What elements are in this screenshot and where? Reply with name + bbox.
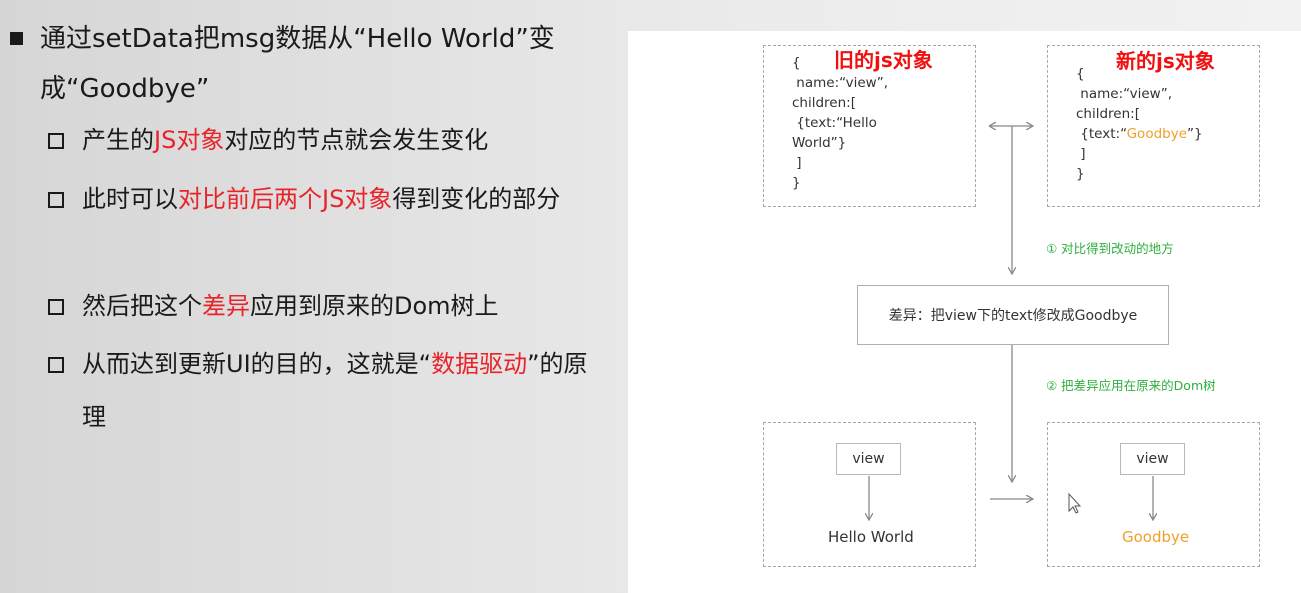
main-bullet: 通过setData把msg数据从“Hello World”变成“Goodbye” (10, 14, 610, 114)
main-bullet-text: 通过setData把msg数据从“Hello World”变成“Goodbye” (40, 24, 555, 104)
sub-bullet-3-post: 应用到原来的Dom树上 (250, 292, 499, 320)
sub-bullet-3-pre: 然后把这个 (82, 292, 202, 320)
old-tree-view-node: view (836, 443, 901, 475)
filled-square-bullet-icon (10, 32, 23, 45)
sub-bullet-4: 从而达到更新UI的目的，这就是“数据驱动”的原理 (48, 338, 588, 444)
sub-bullet-1-post: 对应的节点就会发生变化 (224, 126, 489, 154)
old-js-object-heading: 旧的js对象 (834, 48, 933, 72)
sub-bullet-1-pre: 产生的 (82, 126, 154, 154)
sub-bullet-1: 产生的JS对象对应的节点就会发生变化 (48, 114, 588, 167)
sub-bullet-2-post: 得到变化的部分 (392, 185, 561, 213)
sub-bullet-2: 此时可以对比前后两个JS对象得到变化的部分 (48, 173, 578, 226)
new-js-object-heading: 新的js对象 (1116, 49, 1215, 73)
step-2-label: ② 把差异应用在原来的Dom树 (1046, 378, 1216, 393)
sub-bullet-1-highlight: JS对象 (154, 126, 225, 154)
sub-bullet-2-pre: 此时可以 (82, 185, 178, 213)
new-tree-view-node: view (1120, 443, 1185, 475)
new-js-object-code: { name:“view”, children:[ {text:“Goodbye”… (1076, 66, 1203, 182)
new-tree-leaf-text: Goodbye (1122, 528, 1190, 546)
sub-bullet-3-highlight: 差异 (202, 292, 250, 320)
hollow-square-bullet-icon (48, 133, 64, 149)
sub-bullet-4-highlight: 数据驱动 (431, 350, 528, 378)
old-js-object-code: { name:“view”, children:[ {text:“Hello Wor… (792, 55, 889, 191)
hollow-square-bullet-icon (48, 192, 64, 208)
old-tree-leaf-text: Hello World (828, 528, 914, 546)
slide-text-panel: 通过setData把msg数据从“Hello World”变成“Goodbye”… (0, 0, 628, 593)
virtual-dom-diagram: { name:“view”, children:[ {text:“Hello Wor… (628, 31, 1301, 593)
sub-bullet-2-highlight: 对比前后两个JS对象 (178, 185, 393, 213)
diff-box: 差异：把view下的text修改成Goodbye (857, 285, 1169, 345)
hollow-square-bullet-icon (48, 299, 64, 315)
goodbye-value: Goodbye (1126, 126, 1188, 142)
step-1-label: ① 对比得到改动的地方 (1046, 241, 1174, 256)
sub-bullet-3: 然后把这个差异应用到原来的Dom树上 (48, 280, 588, 333)
sub-bullet-4-pre: 从而达到更新UI的目的，这就是“ (82, 350, 432, 378)
hollow-square-bullet-icon (48, 357, 64, 373)
